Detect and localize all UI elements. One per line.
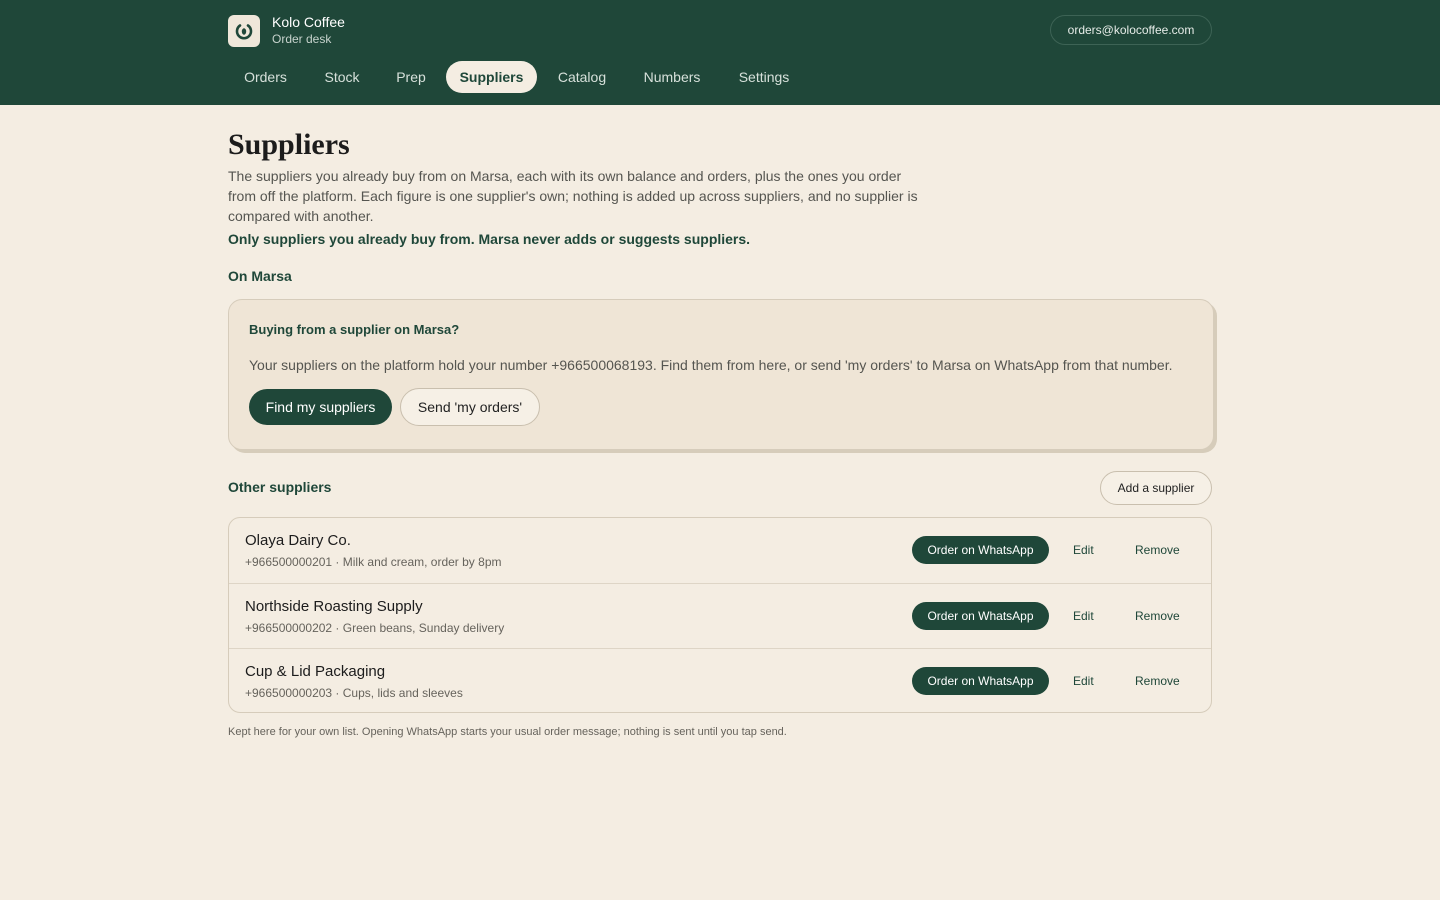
find-my-suppliers-button[interactable]: Find my suppliers [249,389,392,425]
policy-notice: Only suppliers you already buy from. Mar… [228,231,751,247]
footnote: Kept here for your own list. Opening Wha… [228,726,787,738]
edit-button[interactable]: Edit [1073,543,1094,557]
marsa-card-title: Buying from a supplier on Marsa? [249,322,460,337]
brand-mark-icon [228,14,260,47]
marsa-info-card: Buying from a supplier on Marsa? Your su… [228,299,1214,450]
nav-numbers[interactable]: Numbers [627,61,717,93]
page-title: Suppliers [228,128,350,161]
supplier-name: Cup & Lid Packaging [245,663,386,680]
edit-button[interactable]: Edit [1073,609,1094,623]
section-title-other-suppliers: Other suppliers [228,479,332,495]
supplier-meta: +966500000203 · Cups, lids and sleeves [245,686,463,700]
brand[interactable]: Kolo Coffee Order desk [228,14,345,47]
order-on-whatsapp-button[interactable]: Order on WhatsApp [912,536,1049,564]
remove-button[interactable]: Remove [1135,674,1180,688]
nav-suppliers[interactable]: Suppliers [446,61,537,93]
nav-prep[interactable]: Prep [380,61,442,93]
nav-catalog[interactable]: Catalog [541,61,623,93]
order-on-whatsapp-button[interactable]: Order on WhatsApp [912,602,1049,630]
supplier-name: Olaya Dairy Co. [245,532,351,549]
account-email-button[interactable]: orders@kolocoffee.com [1050,15,1212,45]
brand-subtitle: Order desk [272,32,332,46]
page-intro: The suppliers you already buy from on Ma… [228,168,918,224]
nav-settings[interactable]: Settings [721,61,807,93]
send-my-orders-button[interactable]: Send 'my orders' [400,388,540,426]
brand-name: Kolo Coffee [272,14,345,30]
table-row: Cup & Lid Packaging +966500000203 · Cups… [229,648,1211,712]
supplier-list: Olaya Dairy Co. +966500000201 · Milk and… [228,517,1212,713]
order-on-whatsapp-button[interactable]: Order on WhatsApp [912,667,1049,695]
supplier-meta: +966500000202 · Green beans, Sunday deli… [245,621,505,635]
supplier-meta: +966500000201 · Milk and cream, order by… [245,555,502,569]
supplier-name: Northside Roasting Supply [245,598,423,615]
table-row: Olaya Dairy Co. +966500000201 · Milk and… [229,518,1211,583]
remove-button[interactable]: Remove [1135,609,1180,623]
edit-button[interactable]: Edit [1073,674,1094,688]
nav-stock[interactable]: Stock [308,61,376,93]
section-title-on-marsa: On Marsa [228,268,292,284]
add-supplier-button[interactable]: Add a supplier [1100,471,1212,505]
table-row: Northside Roasting Supply +966500000202 … [229,583,1211,648]
remove-button[interactable]: Remove [1135,543,1180,557]
top-bar: Kolo Coffee Order desk orders@kolocoffee… [0,0,1440,105]
nav-orders[interactable]: Orders [228,61,303,93]
marsa-card-body: Your suppliers on the platform hold your… [249,357,1173,373]
